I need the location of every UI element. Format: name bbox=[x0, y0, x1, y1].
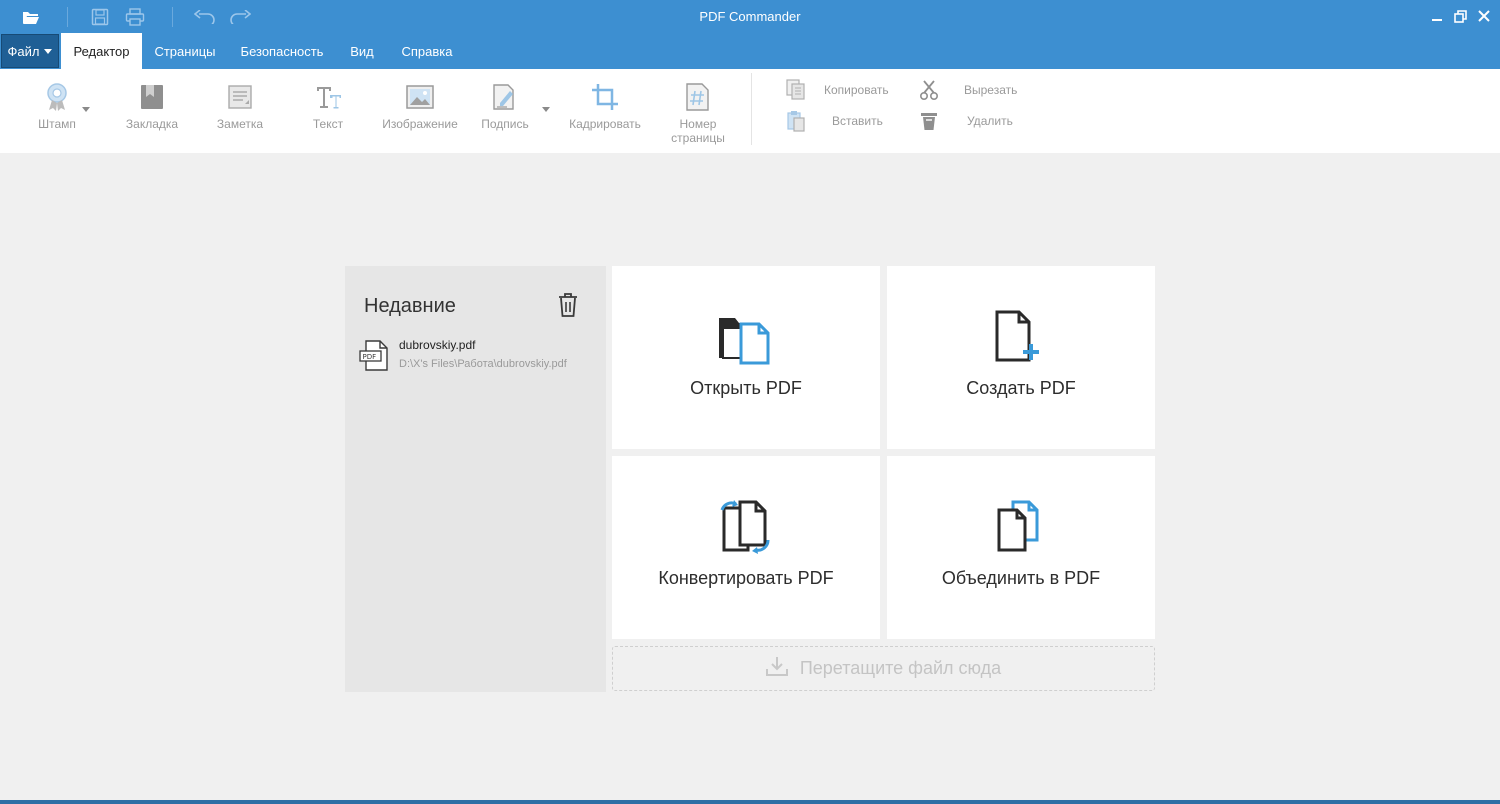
page-number-button[interactable]: Номер страницы bbox=[665, 81, 731, 145]
minimize-icon[interactable] bbox=[1427, 6, 1447, 26]
pdf-file-icon: PDF bbox=[359, 340, 389, 372]
signature-label: Подпись bbox=[481, 117, 529, 131]
chevron-down-icon bbox=[44, 48, 53, 54]
note-label: Заметка bbox=[216, 117, 264, 131]
open-pdf-card[interactable]: Открыть PDF bbox=[612, 266, 880, 449]
note-button[interactable]: Заметка bbox=[210, 81, 270, 131]
create-pdf-label: Создать PDF bbox=[966, 378, 1076, 398]
delete-button[interactable]: Удалить bbox=[918, 110, 1013, 132]
stamp-label: Штамп bbox=[38, 117, 76, 131]
convert-pdf-label: Конвертировать PDF bbox=[658, 568, 834, 588]
merge-pdf-label: Объединить в PDF bbox=[941, 568, 1101, 588]
crop-button[interactable]: Кадрировать bbox=[565, 81, 645, 131]
copy-label: Копировать bbox=[824, 83, 889, 97]
create-pdf-card[interactable]: Создать PDF bbox=[887, 266, 1155, 449]
close-icon[interactable] bbox=[1474, 6, 1494, 26]
drop-zone[interactable]: Перетащите файл сюда bbox=[612, 646, 1155, 691]
text-button[interactable]: Текст bbox=[302, 81, 354, 131]
open-folder-icon bbox=[716, 310, 776, 366]
tab-editor[interactable]: Редактор bbox=[61, 33, 142, 69]
tab-help[interactable]: Справка bbox=[393, 33, 461, 69]
window-title: PDF Commander bbox=[699, 9, 801, 24]
stamp-button[interactable]: Штамп bbox=[32, 81, 90, 131]
image-button[interactable]: Изображение bbox=[380, 81, 460, 131]
text-icon bbox=[312, 81, 344, 113]
recent-files-panel: Недавние PDF dubrovskiy.pdf D:\X's Files… bbox=[345, 266, 606, 692]
convert-pdf-card[interactable]: Конвертировать PDF bbox=[612, 456, 880, 639]
title-bar: PDF Commander bbox=[0, 0, 1500, 33]
menu-bar: Файл Редактор Страницы Безопасность Вид … bbox=[0, 33, 1500, 69]
merge-files-icon bbox=[991, 500, 1051, 556]
new-file-icon bbox=[991, 310, 1051, 366]
note-icon bbox=[224, 81, 256, 113]
text-label: Текст bbox=[312, 117, 344, 131]
recent-file-item[interactable]: PDF dubrovskiy.pdf D:\X's Files\Работа\d… bbox=[359, 338, 599, 378]
merge-pdf-card[interactable]: Объединить в PDF bbox=[887, 456, 1155, 639]
ribbon-toolbar: Штамп Закладка Заметка Текст Изображение… bbox=[0, 69, 1500, 153]
tab-security[interactable]: Безопасность bbox=[232, 33, 332, 69]
bookmark-icon bbox=[136, 81, 168, 113]
signature-icon bbox=[489, 81, 521, 113]
copy-button[interactable]: Копировать bbox=[785, 79, 889, 101]
chevron-down-icon[interactable] bbox=[542, 107, 550, 112]
paste-button[interactable]: Вставить bbox=[785, 110, 883, 132]
restore-icon[interactable] bbox=[1450, 6, 1470, 26]
signature-button[interactable]: Подпись bbox=[476, 81, 550, 131]
convert-icon bbox=[716, 500, 776, 556]
recent-file-name: dubrovskiy.pdf bbox=[399, 338, 476, 352]
trash-icon[interactable] bbox=[556, 292, 580, 318]
copy-icon bbox=[785, 79, 807, 101]
stamp-icon bbox=[41, 81, 73, 113]
crop-label: Кадрировать bbox=[569, 117, 641, 131]
file-menu-label: Файл bbox=[7, 43, 40, 59]
page-number-label: Номер страницы bbox=[671, 117, 725, 145]
bin-icon bbox=[918, 110, 940, 132]
window-bottom-border bbox=[0, 800, 1500, 804]
recent-title: Недавние bbox=[364, 295, 456, 317]
tab-view[interactable]: Вид bbox=[340, 33, 384, 69]
chevron-down-icon[interactable] bbox=[82, 107, 90, 112]
paste-label: Вставить bbox=[832, 114, 883, 128]
paste-icon bbox=[785, 110, 807, 132]
open-pdf-label: Открыть PDF bbox=[690, 378, 802, 398]
bookmark-button[interactable]: Закладка bbox=[121, 81, 183, 131]
bookmark-label: Закладка bbox=[125, 117, 179, 131]
drop-zone-label: Перетащите файл сюда bbox=[799, 658, 1002, 678]
recent-file-path: D:\X's Files\Работа\dubrovskiy.pdf bbox=[399, 358, 567, 370]
image-icon bbox=[404, 81, 436, 113]
delete-label: Удалить bbox=[967, 114, 1013, 128]
cut-label: Вырезать bbox=[964, 83, 1018, 97]
file-menu-button[interactable]: Файл bbox=[1, 34, 59, 68]
scissors-icon bbox=[918, 79, 940, 101]
crop-icon bbox=[589, 81, 621, 113]
ribbon-divider bbox=[751, 73, 752, 145]
svg-text:PDF: PDF bbox=[363, 353, 377, 361]
download-icon bbox=[765, 656, 788, 681]
image-label: Изображение bbox=[382, 117, 458, 131]
page-number-icon bbox=[682, 81, 714, 113]
cut-button[interactable]: Вырезать bbox=[918, 79, 1017, 101]
tab-pages[interactable]: Страницы bbox=[145, 33, 225, 69]
